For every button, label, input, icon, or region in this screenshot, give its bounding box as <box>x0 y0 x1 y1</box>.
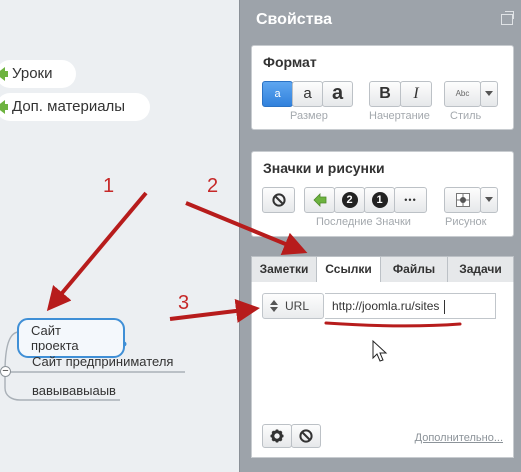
node-project-site[interactable]: Сайт проекта <box>17 318 125 358</box>
annotation-number-1: 1 <box>103 175 115 197</box>
url-value: http://joomla.ru/sites <box>332 299 440 313</box>
picture-icon <box>455 192 470 207</box>
style-caption: Стиль <box>450 110 482 122</box>
style-dropdown[interactable] <box>480 81 498 107</box>
tab-links[interactable]: Ссылки <box>316 256 381 284</box>
link-type-label: URL <box>285 299 310 313</box>
font-size-medium-button[interactable]: a <box>292 81 323 107</box>
annotation-number-2: 2 <box>207 175 219 197</box>
style-type-caption: Начертание <box>369 110 430 122</box>
forbidden-icon <box>299 429 313 443</box>
priority-1-icon: 1 <box>371 191 388 208</box>
icons-card: Значки и рисунки 2 1 ••• Последние Значк… <box>251 151 514 237</box>
panel-title: Свойства <box>256 11 333 28</box>
size-caption: Размер <box>290 110 328 122</box>
chevron-down-icon <box>485 91 493 97</box>
collapse-toggle[interactable]: − <box>0 366 11 377</box>
link-settings-button[interactable] <box>262 424 292 448</box>
green-arrow-icon <box>312 192 326 207</box>
node-label: Сайт проекта <box>31 323 79 353</box>
properties-tabs: Заметки Ссылки Файлы Задачи <box>251 256 514 284</box>
gear-icon <box>270 429 284 443</box>
picture-button[interactable] <box>444 187 481 213</box>
text-cursor <box>443 299 445 314</box>
font-size-large-button[interactable]: a <box>322 81 353 107</box>
recent-icons-caption: Последние Значки <box>316 216 411 228</box>
up-down-chevron-icon <box>270 300 278 312</box>
format-card: Формат a a a B I Abc Размер Начертание С… <box>251 45 514 130</box>
mindmap-canvas[interactable]: Уроки Доп. материалы Сайт проекта Сайт п… <box>0 0 240 472</box>
forbidden-icon <box>271 193 286 207</box>
node-label: Сайт предпринимателя <box>32 354 174 369</box>
node-connectors <box>4 331 185 401</box>
icons-title: Значки и рисунки <box>263 160 385 176</box>
format-title: Формат <box>263 54 317 70</box>
recent-icon-two-button[interactable]: 2 <box>334 187 365 213</box>
bold-button[interactable]: B <box>369 81 401 107</box>
more-link[interactable]: Дополнительно... <box>415 432 503 444</box>
detach-icon[interactable] <box>501 11 514 25</box>
tab-files[interactable]: Файлы <box>380 256 448 283</box>
node-text[interactable]: вавывавыаыв <box>32 383 116 398</box>
recent-icon-arrow-button[interactable] <box>304 187 335 213</box>
node-entrepreneur-site[interactable]: Сайт предпринимателя <box>32 354 173 369</box>
no-icon-button[interactable] <box>262 187 295 213</box>
recent-icon-one-button[interactable]: 1 <box>364 187 395 213</box>
tab-tasks[interactable]: Задачи <box>447 256 514 283</box>
annotation-number-3: 3 <box>178 292 190 314</box>
more-dots-icon: ••• <box>404 195 417 205</box>
node-label: вавывавыаыв <box>32 383 116 398</box>
italic-button[interactable]: I <box>400 81 432 107</box>
picture-dropdown[interactable] <box>480 187 498 213</box>
picture-caption: Рисунок <box>445 216 487 228</box>
chevron-down-icon <box>485 197 493 203</box>
style-button[interactable]: Abc <box>444 81 481 107</box>
tab-notes[interactable]: Заметки <box>251 256 317 283</box>
properties-panel: Свойства Формат a a a B I Abc Размер Нач… <box>239 0 521 472</box>
link-type-select[interactable]: URL <box>262 293 324 319</box>
links-panel: URL http://joomla.ru/sites Дополнительно… <box>251 282 514 458</box>
url-input[interactable]: http://joomla.ru/sites <box>325 293 496 319</box>
font-size-small-button[interactable]: a <box>262 81 293 107</box>
remove-link-button[interactable] <box>291 424 321 448</box>
more-icons-button[interactable]: ••• <box>394 187 427 213</box>
priority-2-icon: 2 <box>341 191 358 208</box>
